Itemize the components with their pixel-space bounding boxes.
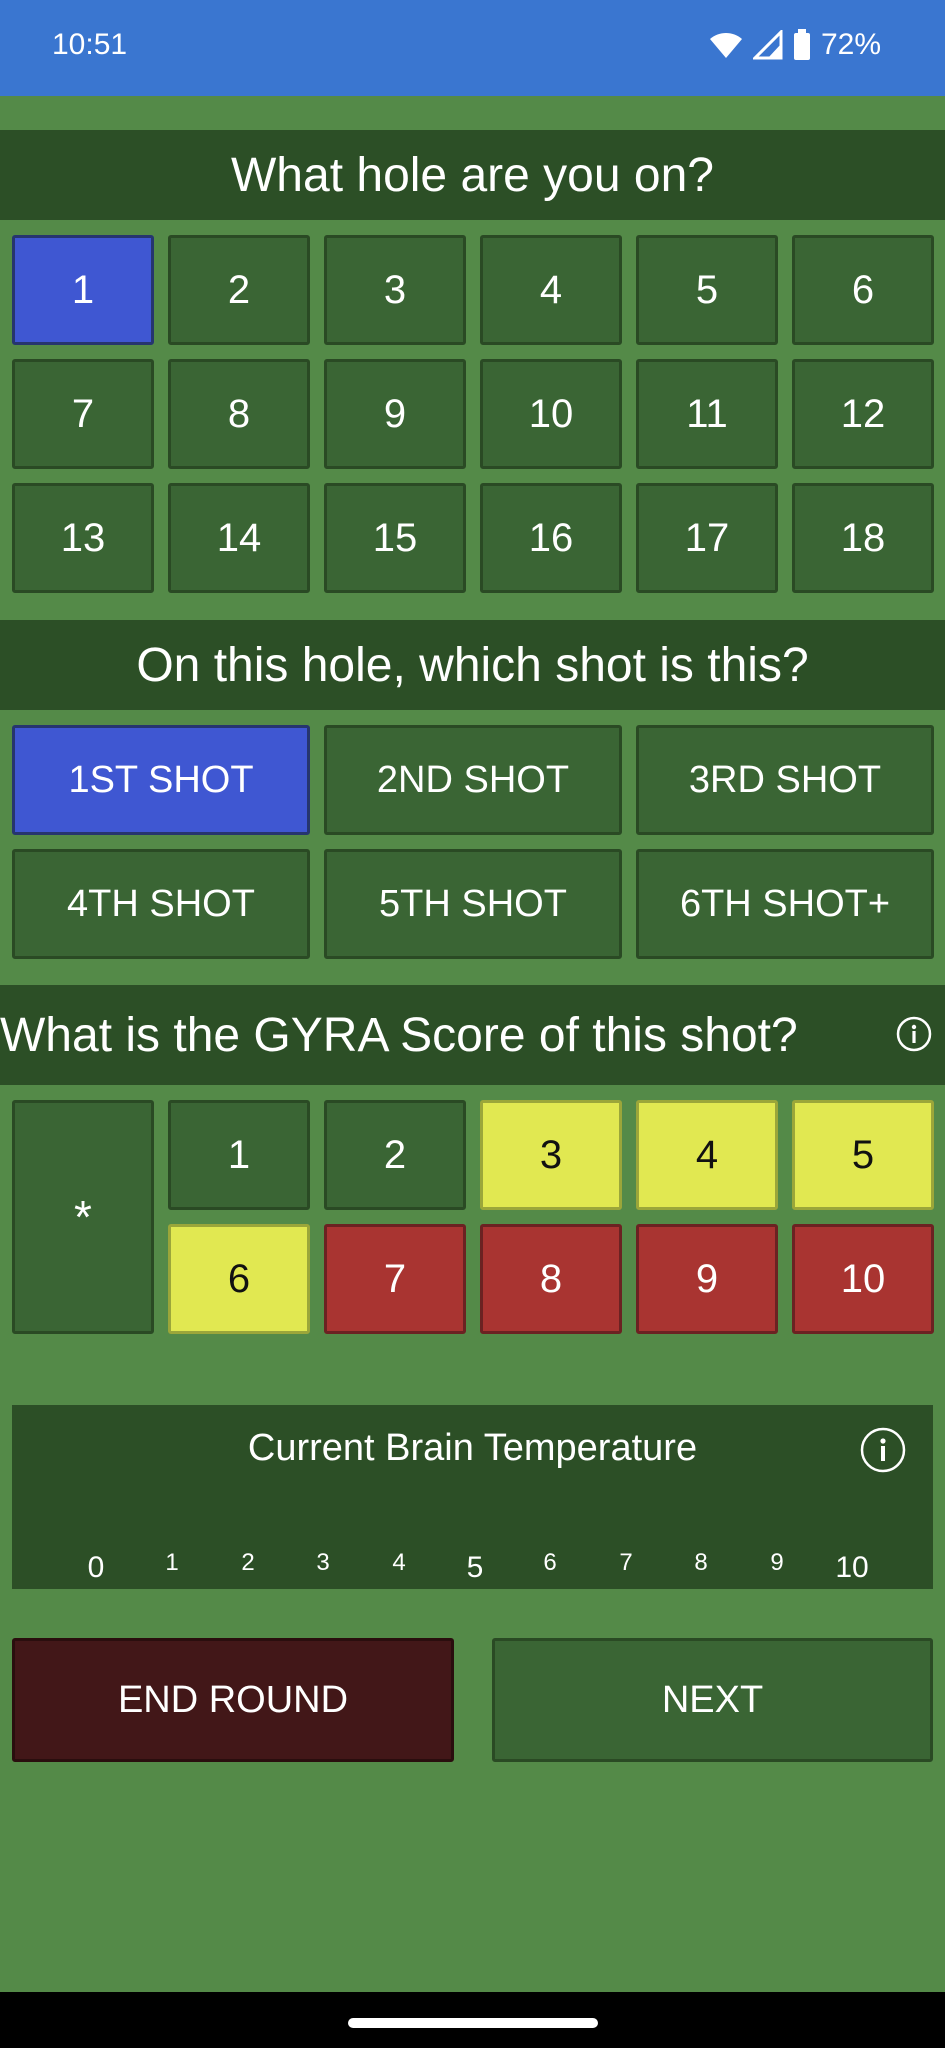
- shot-button-3rd[interactable]: 3RD SHOT: [636, 725, 934, 835]
- score-button-2[interactable]: 2: [324, 1100, 466, 1210]
- score-button-1[interactable]: 1: [168, 1100, 310, 1210]
- battery-icon: [793, 29, 811, 61]
- score-button-8[interactable]: 8: [480, 1224, 622, 1334]
- end-round-button[interactable]: END ROUND: [12, 1638, 454, 1762]
- hole-section-title: What hole are you on?: [0, 130, 945, 220]
- battery-percent: 72%: [820, 28, 881, 61]
- temperature-tick-5: 5: [466, 1551, 484, 1584]
- temperature-tick-6: 6: [543, 1549, 557, 1576]
- temperature-tick-2: 2: [241, 1549, 255, 1576]
- status-icons: 72%: [709, 28, 881, 62]
- brain-temperature-title: Current Brain Temperature: [247, 1427, 698, 1469]
- temperature-info-icon[interactable]: [860, 1427, 906, 1473]
- hole-button-4[interactable]: 4: [480, 235, 622, 345]
- wifi-icon: [709, 31, 743, 59]
- hole-button-6[interactable]: 6: [792, 235, 934, 345]
- temperature-tick-1: 1: [165, 1549, 179, 1576]
- gyra-info-icon[interactable]: [896, 1016, 932, 1052]
- status-time: 10:51: [52, 28, 128, 61]
- status-bar: 10:51 72%: [0, 0, 945, 96]
- hole-button-10[interactable]: 10: [480, 359, 622, 469]
- shot-button-4th[interactable]: 4TH SHOT: [12, 849, 310, 959]
- navigation-bar: [0, 1992, 945, 2048]
- shot-section-title: On this hole, which shot is this?: [0, 620, 945, 710]
- score-button-4[interactable]: 4: [636, 1100, 778, 1210]
- score-button-6[interactable]: 6: [168, 1224, 310, 1334]
- hole-button-7[interactable]: 7: [12, 359, 154, 469]
- hole-button-8[interactable]: 8: [168, 359, 310, 469]
- temperature-tick-9: 9: [770, 1549, 784, 1576]
- shot-section-title-text: On this hole, which shot is this?: [136, 638, 809, 692]
- hole-section-title-text: What hole are you on?: [231, 148, 714, 202]
- hole-button-13[interactable]: 13: [12, 483, 154, 593]
- shot-button-2nd[interactable]: 2ND SHOT: [324, 725, 622, 835]
- score-button-10[interactable]: 10: [792, 1224, 934, 1334]
- shot-button-6th-plus[interactable]: 6TH SHOT+: [636, 849, 934, 959]
- score-section-title-text: What is the GYRA Score of this shot?: [0, 1008, 798, 1062]
- score-button-star[interactable]: *: [12, 1100, 154, 1334]
- temperature-tick-4: 4: [392, 1549, 406, 1576]
- score-section-title: What is the GYRA Score of this shot?: [0, 985, 945, 1085]
- signal-icon: [752, 30, 783, 60]
- score-button-7[interactable]: 7: [324, 1224, 466, 1334]
- hole-button-15[interactable]: 15: [324, 483, 466, 593]
- hole-button-16[interactable]: 16: [480, 483, 622, 593]
- hole-button-9[interactable]: 9: [324, 359, 466, 469]
- hole-button-12[interactable]: 12: [792, 359, 934, 469]
- hole-button-14[interactable]: 14: [168, 483, 310, 593]
- shot-button-1st[interactable]: 1ST SHOT: [12, 725, 310, 835]
- temperature-tick-3: 3: [316, 1549, 330, 1576]
- temperature-tick-7: 7: [619, 1549, 633, 1576]
- hole-button-18[interactable]: 18: [792, 483, 934, 593]
- hole-button-5[interactable]: 5: [636, 235, 778, 345]
- hole-button-11[interactable]: 11: [636, 359, 778, 469]
- score-button-3[interactable]: 3: [480, 1100, 622, 1210]
- hole-button-3[interactable]: 3: [324, 235, 466, 345]
- hole-button-2[interactable]: 2: [168, 235, 310, 345]
- hole-button-1[interactable]: 1: [12, 235, 154, 345]
- shot-button-5th[interactable]: 5TH SHOT: [324, 849, 622, 959]
- brain-temperature-panel: Current Brain Temperature 0 1 2 3 4 5 6 …: [12, 1405, 933, 1589]
- next-button[interactable]: NEXT: [492, 1638, 933, 1762]
- temperature-tick-10: 10: [835, 1551, 869, 1584]
- temperature-tick-0: 0: [87, 1551, 105, 1584]
- score-button-9[interactable]: 9: [636, 1224, 778, 1334]
- hole-button-17[interactable]: 17: [636, 483, 778, 593]
- temperature-tick-8: 8: [694, 1549, 708, 1576]
- home-gesture-handle[interactable]: [348, 2018, 598, 2028]
- score-button-5[interactable]: 5: [792, 1100, 934, 1210]
